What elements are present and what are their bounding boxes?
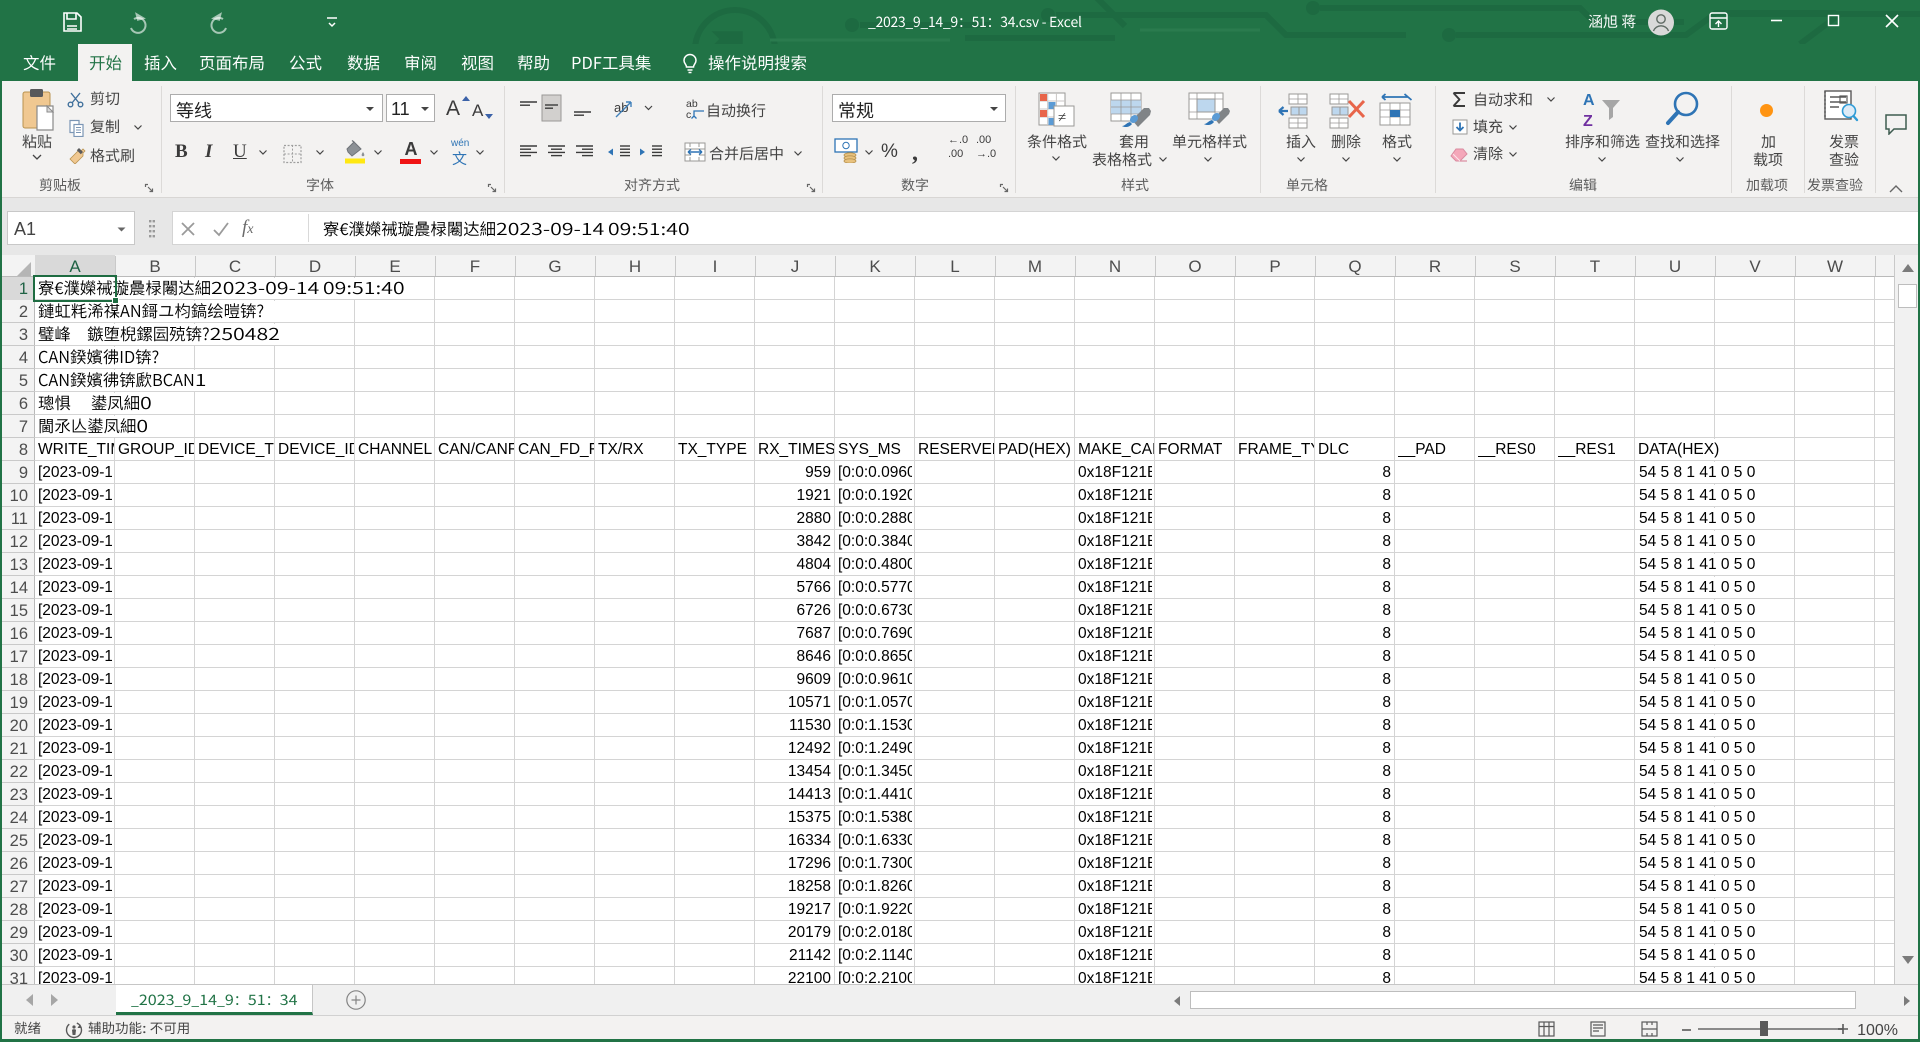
svg-text:.00: .00 xyxy=(948,148,963,160)
svg-text:A: A xyxy=(1583,92,1595,109)
svg-text:→.0: →.0 xyxy=(976,148,996,160)
svg-text:←.0: ←.0 xyxy=(948,134,968,146)
svg-text:≠: ≠ xyxy=(1058,110,1066,126)
svg-text:c: c xyxy=(686,109,691,121)
svg-text:Z: Z xyxy=(1583,113,1593,130)
svg-text:.00: .00 xyxy=(976,134,991,146)
